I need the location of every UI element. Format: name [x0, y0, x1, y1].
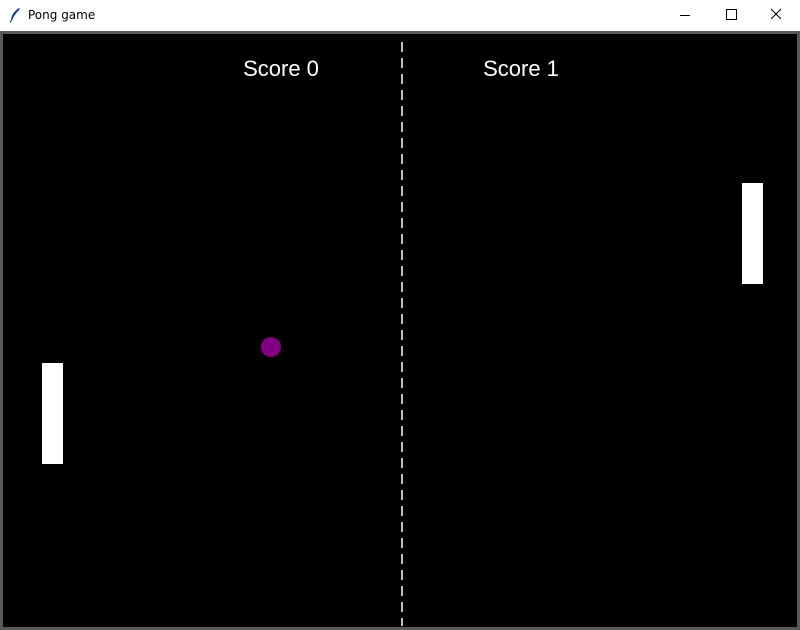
pong-window: Pong game Score 0 Score 1	[0, 0, 800, 630]
score-left: Score 0	[243, 56, 319, 81]
close-icon	[770, 8, 782, 20]
maximize-icon	[726, 9, 737, 20]
ball	[261, 337, 281, 357]
game-background	[3, 34, 797, 626]
score-right: Score 1	[483, 56, 559, 81]
window-title: Pong game	[28, 8, 96, 22]
title-bar[interactable]: Pong game	[0, 0, 800, 31]
game-canvas[interactable]: Score 0 Score 1	[3, 34, 797, 626]
right-paddle	[742, 183, 763, 284]
left-paddle	[42, 363, 63, 464]
feather-icon	[9, 8, 20, 23]
minimize-button[interactable]	[662, 0, 708, 30]
maximize-button[interactable]	[708, 0, 754, 30]
close-button[interactable]	[754, 0, 800, 30]
minimize-icon	[680, 15, 690, 16]
